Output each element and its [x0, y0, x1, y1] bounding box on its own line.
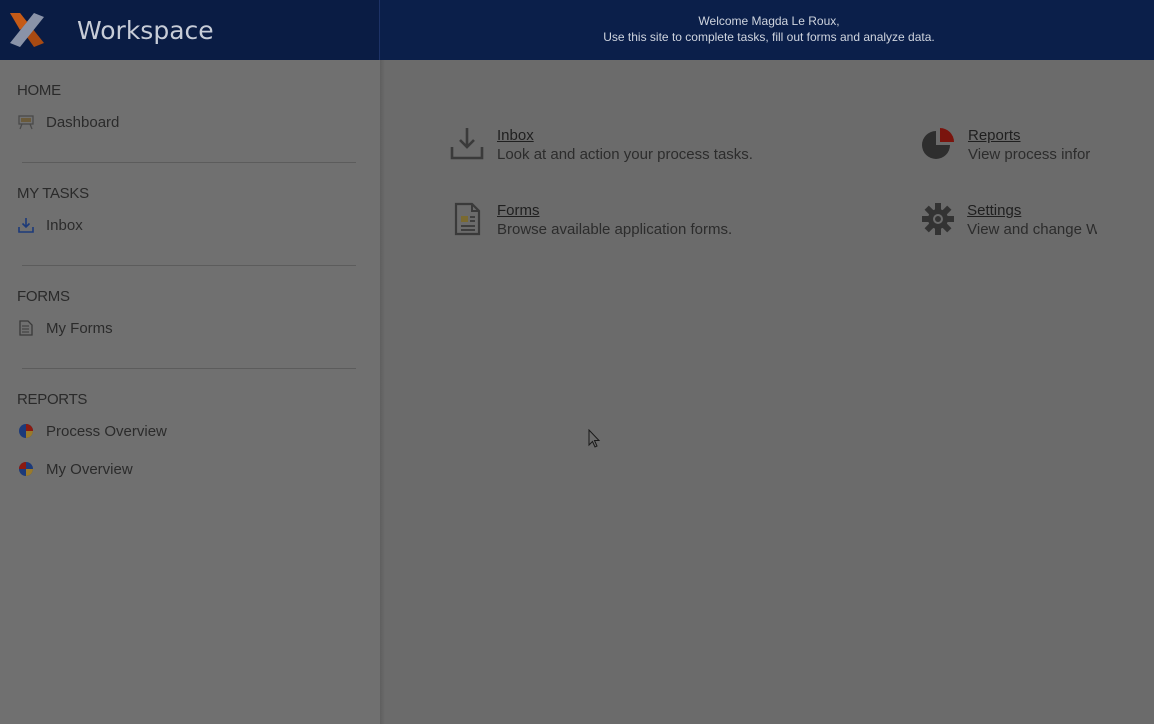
- tile-text: Inbox Look at and action your process ta…: [497, 126, 753, 165]
- tile-settings[interactable]: Settings View and change W: [920, 201, 1097, 240]
- inbox-icon: [17, 216, 35, 234]
- pie-chart-icon: [17, 422, 35, 440]
- sidebar-divider: [22, 162, 356, 163]
- sidebar-item-label: Dashboard: [46, 113, 120, 131]
- pie-chart-icon: [920, 126, 956, 162]
- section-title-reports: REPORTS: [17, 391, 88, 408]
- dashboard-icon: [17, 113, 35, 131]
- app-title: Workspace: [77, 16, 214, 45]
- tile-title-reports[interactable]: Reports: [968, 126, 1090, 145]
- tile-title-inbox[interactable]: Inbox: [497, 126, 753, 145]
- tile-title-settings[interactable]: Settings: [967, 201, 1097, 220]
- sidebar-item-my-overview[interactable]: My Overview: [17, 458, 133, 480]
- tile-text: Settings View and change W: [967, 201, 1097, 240]
- tile-description: View process infor: [968, 146, 1091, 163]
- tile-description: View and change W: [967, 221, 1097, 238]
- sidebar-item-inbox[interactable]: Inbox: [17, 214, 83, 236]
- welcome-subtitle: Use this site to complete tasks, fill ou…: [603, 30, 935, 44]
- sidebar-item-label: My Forms: [46, 319, 113, 337]
- sidebar-divider: [22, 265, 356, 266]
- sidebar-item-label: Inbox: [46, 216, 83, 234]
- tile-description: Look at and action your process tasks.: [497, 146, 753, 163]
- sidebar-edge: [380, 60, 385, 724]
- tile-forms[interactable]: Forms Browse available application forms…: [449, 201, 732, 240]
- tile-title-forms[interactable]: Forms: [497, 201, 732, 220]
- gear-icon: [920, 201, 955, 237]
- section-title-home: HOME: [17, 82, 61, 99]
- pie-chart-icon: [17, 460, 35, 478]
- sidebar-item-label: Process Overview: [46, 422, 167, 440]
- sidebar-item-label: My Overview: [46, 460, 133, 478]
- sidebar-item-dashboard[interactable]: Dashboard: [17, 111, 119, 133]
- sidebar-item-my-forms[interactable]: My Forms: [17, 317, 113, 339]
- section-title-my-tasks: MY TASKS: [17, 185, 89, 202]
- tile-inbox[interactable]: Inbox Look at and action your process ta…: [449, 126, 753, 165]
- form-icon: [17, 319, 35, 337]
- inbox-download-icon: [449, 126, 485, 162]
- logo-icon: [10, 13, 44, 47]
- mouse-cursor-icon: [588, 429, 601, 448]
- brand-area[interactable]: Workspace: [0, 0, 380, 60]
- tile-description: Browse available application forms.: [497, 221, 733, 238]
- sidebar-divider: [22, 368, 356, 369]
- welcome-greeting: Welcome Magda Le Roux,: [698, 14, 840, 28]
- section-title-forms: FORMS: [17, 288, 70, 305]
- top-header: Workspace Welcome Magda Le Roux, Use thi…: [0, 0, 1154, 60]
- tile-text: Reports View process infor: [968, 126, 1090, 165]
- tile-text: Forms Browse available application forms…: [497, 201, 732, 240]
- welcome-message: Welcome Magda Le Roux, Use this site to …: [384, 13, 1154, 45]
- form-document-icon: [449, 201, 485, 237]
- sidebar-item-process-overview[interactable]: Process Overview: [17, 420, 167, 442]
- tile-reports[interactable]: Reports View process infor: [920, 126, 1097, 165]
